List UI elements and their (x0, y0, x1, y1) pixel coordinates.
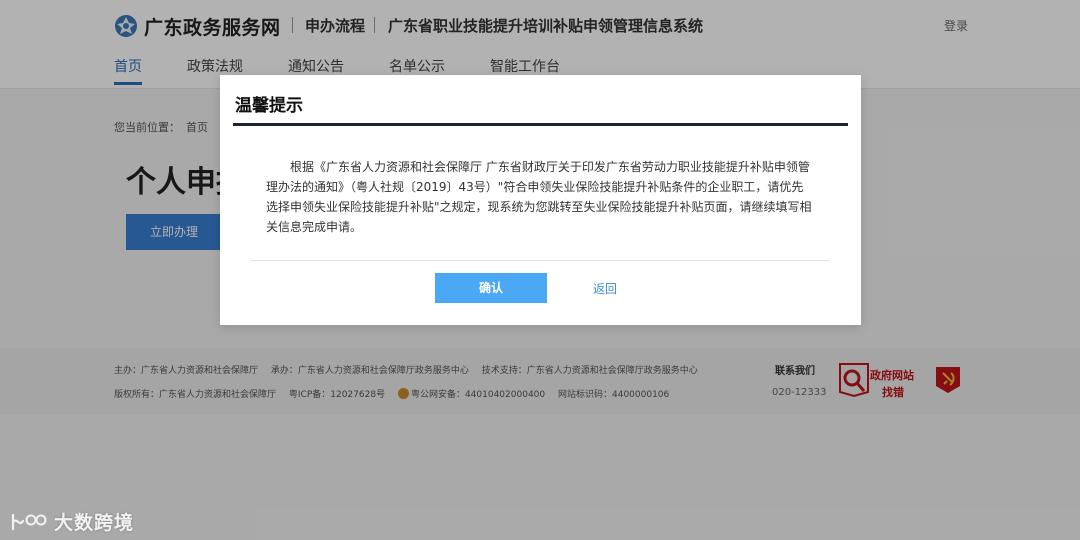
watermark-text: 大数跨境 (54, 512, 135, 534)
confirm-button[interactable]: 确认 (435, 273, 547, 303)
dialog-title-rule (233, 123, 848, 126)
reminder-dialog: 温馨提示 根据《广东省人力资源和社会保障厅 广东省财政厅关于印发广东省劳动力职业… (220, 75, 861, 325)
dialog-title: 温馨提示 (235, 96, 303, 116)
back-link[interactable]: 返回 (593, 280, 617, 297)
watermark: 大数跨境 (10, 508, 134, 535)
dialog-message: 根据《广东省人力资源和社会保障厅 广东省财政厅关于印发广东省劳动力职业技能提升补… (266, 160, 812, 234)
watermark-logo-icon (11, 513, 47, 530)
dialog-divider (250, 260, 830, 261)
